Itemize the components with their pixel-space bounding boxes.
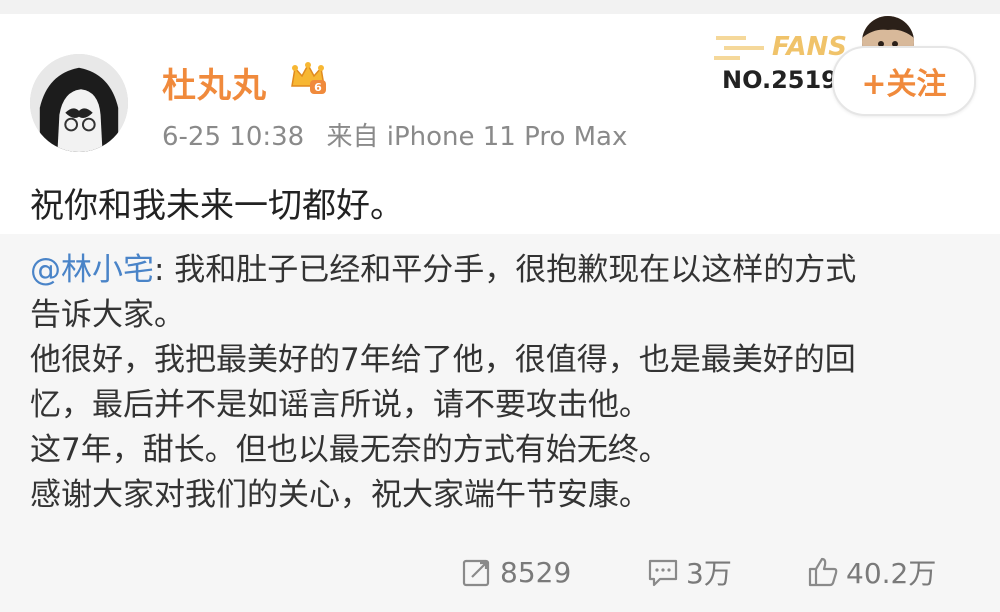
post-source: 来自 iPhone 11 Pro Max bbox=[326, 122, 628, 152]
top-strip bbox=[0, 0, 1000, 14]
repost-line: 感谢大家对我们的关心，祝大家端午节安康。 bbox=[30, 477, 650, 513]
repost-line: 他很好，我把最美好的7年给了他，很值得，也是最美好的回 bbox=[30, 342, 856, 378]
comment-count: 3万 bbox=[686, 557, 732, 590]
username[interactable]: 杜丸丸 bbox=[162, 58, 267, 107]
repost-count: 8529 bbox=[500, 555, 572, 589]
repost-line: 这7年，甜长。但也以最无奈的方式有始无终。 bbox=[30, 432, 670, 468]
repost-line: @林小宅: 我和肚子已经和平分手，很抱歉现在以这样的方式 bbox=[30, 252, 857, 288]
thumbs-up-icon bbox=[808, 557, 838, 587]
follow-button[interactable]: +关注 bbox=[832, 46, 976, 116]
comment-action[interactable]: 3万 bbox=[646, 552, 732, 592]
post-meta: 6-25 10:38 来自 iPhone 11 Pro Max bbox=[162, 116, 641, 153]
post-time: 6-25 10:38 bbox=[162, 122, 305, 152]
post-text: 祝你和我未来一切都好。 bbox=[30, 186, 404, 226]
avatar[interactable] bbox=[30, 54, 128, 152]
vip-crown-icon[interactable]: 6 bbox=[288, 60, 328, 96]
comment-icon bbox=[648, 559, 678, 587]
avatar-image bbox=[30, 54, 128, 152]
fans-badge-stripes-icon bbox=[714, 36, 764, 60]
repost-line: 忆，最后并不是如谣言所说，请不要攻击他。 bbox=[30, 387, 650, 423]
repost-action[interactable]: 8529 bbox=[460, 552, 571, 592]
fans-title: FANS bbox=[772, 32, 848, 62]
repost-body: @林小宅: 我和肚子已经和平分手，很抱歉现在以这样的方式 告诉大家。 他很好，我… bbox=[30, 248, 980, 518]
reposted-weibo[interactable]: @林小宅: 我和肚子已经和平分手，很抱歉现在以这样的方式 告诉大家。 他很好，我… bbox=[0, 234, 1000, 612]
mention-link[interactable]: @林小宅 bbox=[30, 252, 154, 288]
like-action[interactable]: 40.2万 bbox=[806, 552, 936, 592]
repost-icon bbox=[462, 559, 490, 587]
like-count: 40.2万 bbox=[846, 557, 937, 590]
repost-line: 告诉大家。 bbox=[30, 297, 185, 333]
vip-level: 6 bbox=[314, 81, 322, 94]
